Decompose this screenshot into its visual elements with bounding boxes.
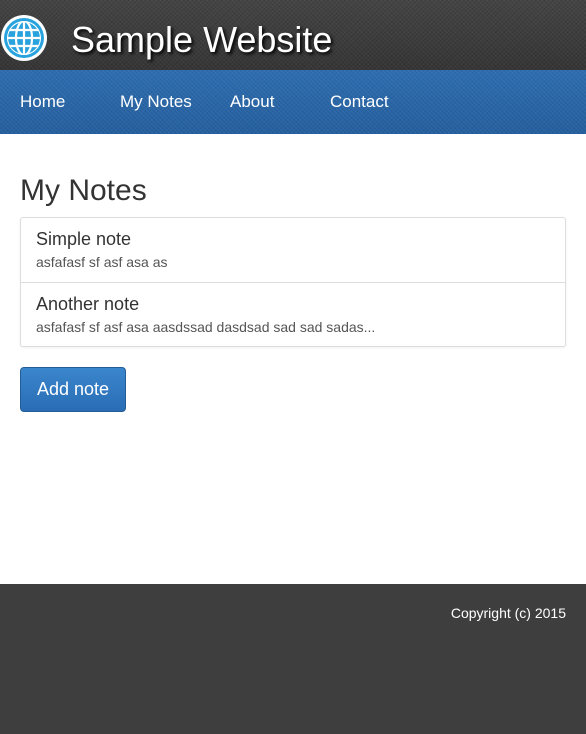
site-title: Sample Website — [71, 19, 333, 60]
main-nav: Home My Notes About Contact — [0, 70, 586, 134]
note-title: Another note — [36, 294, 140, 314]
note-item[interactable]: Simple note asfafasf sf asf asa as — [21, 218, 565, 282]
page-title: My Notes — [20, 174, 147, 207]
nav-item-home[interactable]: Home — [20, 70, 65, 134]
note-preview: asfafasf sf asf asa as — [36, 254, 168, 270]
nav-item-about[interactable]: About — [230, 70, 274, 134]
globe-icon[interactable] — [0, 14, 48, 62]
notes-list: Simple note asfafasf sf asf asa as Anoth… — [20, 217, 566, 347]
note-item[interactable]: Another note asfafasf sf asf asa aasdssa… — [21, 282, 565, 346]
site-header: Sample Website — [0, 0, 586, 70]
copyright-text: Copyright (c) 2015 — [450, 605, 566, 621]
nav-item-contact[interactable]: Contact — [330, 70, 389, 134]
nav-item-my-notes[interactable]: My Notes — [120, 70, 192, 134]
site-footer: Copyright (c) 2015 — [0, 584, 586, 734]
note-preview: asfafasf sf asf asa aasdssad dasdsad sad… — [36, 319, 376, 335]
add-note-button[interactable]: Add note — [20, 367, 126, 412]
note-title: Simple note — [36, 229, 132, 249]
